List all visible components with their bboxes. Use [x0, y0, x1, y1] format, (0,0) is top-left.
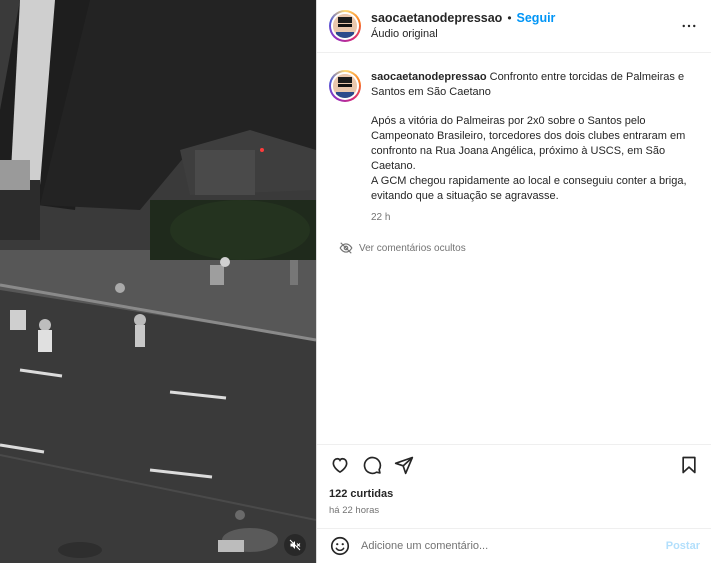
audio-label[interactable]: Áudio original [371, 26, 555, 42]
caption-time[interactable]: 22 h [371, 210, 700, 225]
post-actions: 122 curtidas há 22 horas [317, 444, 711, 516]
comment-input[interactable] [361, 540, 666, 552]
caption-paragraph-2: A GCM chegou rapidamente ao local e cons… [371, 175, 687, 202]
caption-avatar[interactable] [329, 70, 361, 102]
hidden-comments-label: Ver comentários ocultos [359, 242, 466, 254]
speaker-muted-icon [289, 539, 301, 551]
likes-count[interactable]: 122 curtidas [329, 488, 700, 500]
follow-button[interactable]: Seguir [517, 11, 556, 25]
post-time[interactable]: há 22 horas [329, 505, 700, 516]
more-horizontal-icon [682, 24, 696, 28]
post-sidebar: saocaetanodepressao • Seguir Áudio origina… [316, 0, 711, 563]
video-frame [0, 0, 316, 563]
emoji-button[interactable] [329, 535, 351, 557]
post-header: saocaetanodepressao • Seguir Áudio origina… [317, 0, 711, 53]
author-avatar[interactable] [329, 10, 361, 42]
comment-icon [363, 456, 382, 475]
separator-dot: • [507, 11, 512, 25]
share-icon [394, 456, 414, 475]
like-button[interactable] [329, 454, 351, 476]
post-caption: saocaetanodepressao Confronto entre torc… [329, 70, 700, 225]
post-comment-button[interactable]: Postar [666, 540, 700, 552]
eye-off-icon [339, 242, 353, 254]
more-options-button[interactable] [680, 17, 698, 35]
comments-section: saocaetanodepressao Confronto entre torc… [317, 54, 711, 444]
author-username[interactable]: saocaetanodepressao [371, 11, 502, 25]
heart-icon [332, 457, 348, 474]
bookmark-icon [682, 456, 696, 474]
caption-paragraph-1: Após a vitória do Palmeiras por 2x0 sobr… [371, 115, 686, 172]
add-comment-bar: Postar [317, 528, 711, 563]
emoji-icon [330, 536, 350, 556]
share-button[interactable] [393, 454, 415, 476]
save-button[interactable] [678, 454, 700, 476]
comment-button[interactable] [361, 454, 383, 476]
hidden-comments-link[interactable]: Ver comentários ocultos [339, 241, 700, 255]
caption-username[interactable]: saocaetanodepressao [371, 71, 487, 83]
post-video[interactable] [0, 0, 316, 563]
post-dialog: saocaetanodepressao • Seguir Áudio origina… [0, 0, 711, 563]
mute-toggle-button[interactable] [284, 534, 306, 556]
